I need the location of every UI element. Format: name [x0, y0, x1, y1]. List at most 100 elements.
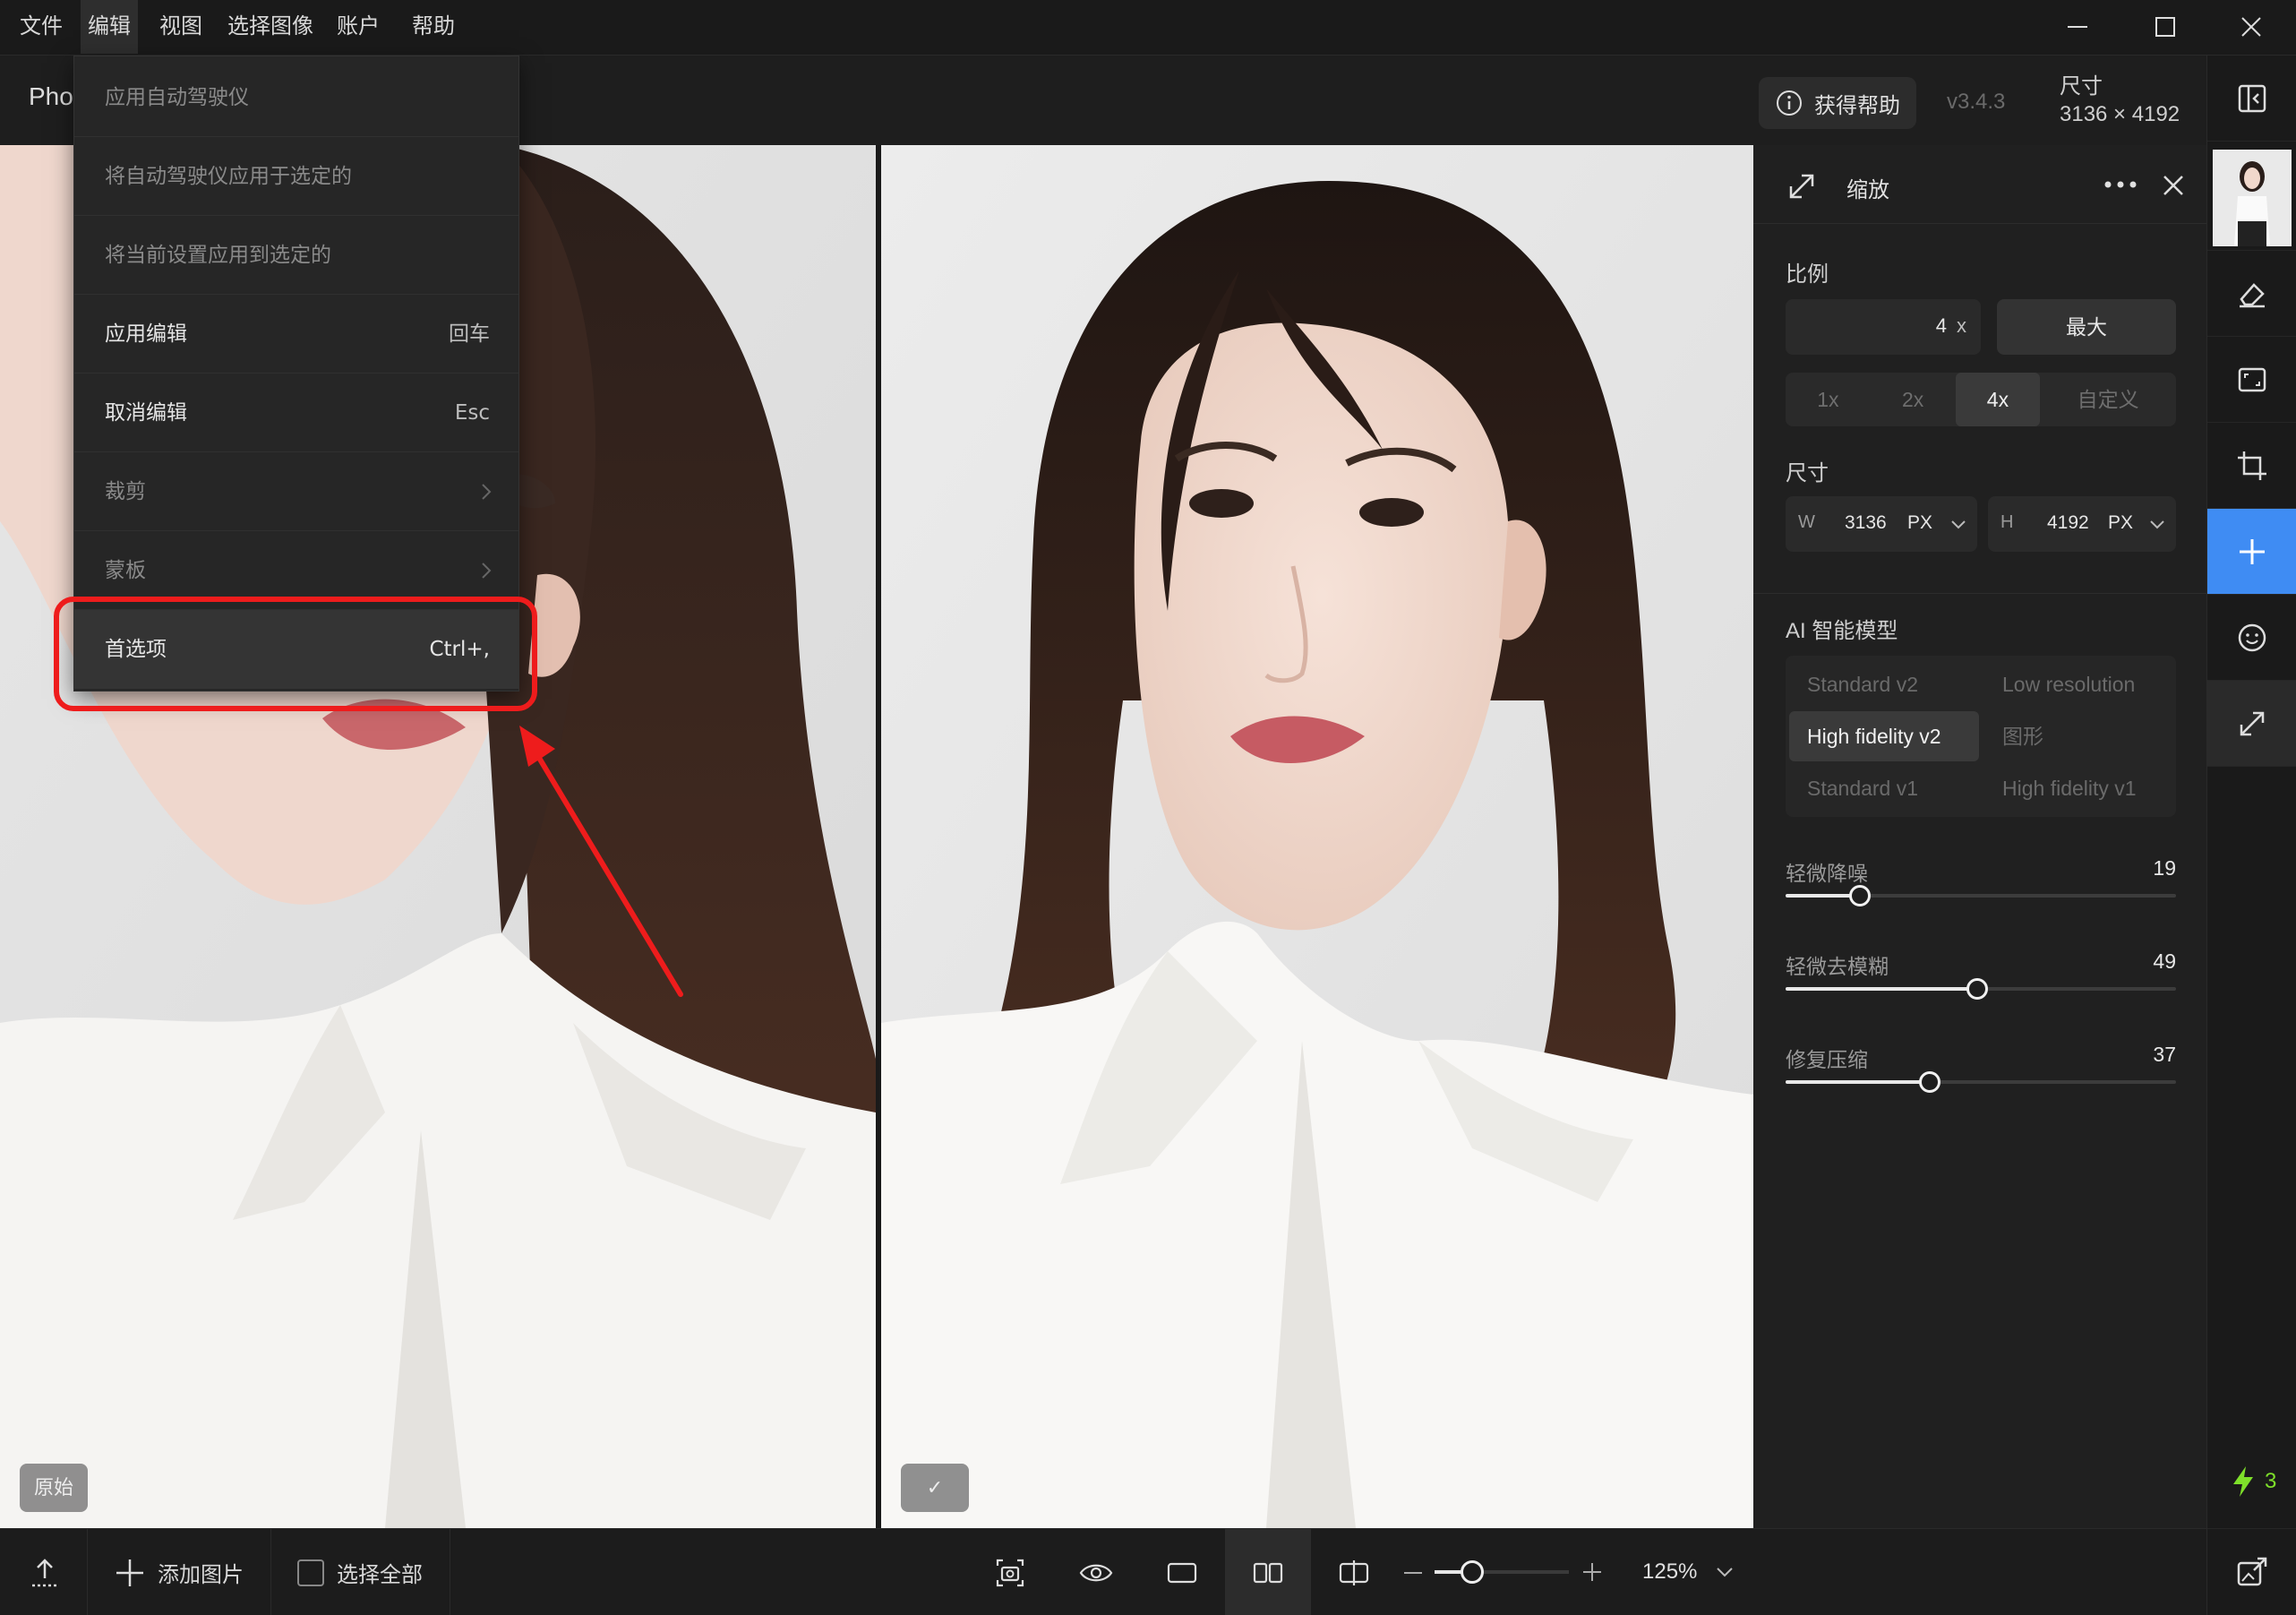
zoom-slider-handle[interactable]	[1461, 1560, 1484, 1584]
face-tool-button[interactable]	[2207, 595, 2296, 681]
get-help-button[interactable]: 获得帮助	[1759, 77, 1916, 129]
menubar: 文件 编辑 视图 选择图像 账户 帮助	[0, 0, 2296, 56]
slider-compression-label: 修复压缩	[1786, 1048, 1868, 1071]
menu-select-image[interactable]: 选择图像	[220, 0, 321, 54]
width-unit[interactable]: PX	[1907, 512, 1932, 534]
zoom-out-icon[interactable]	[1402, 1565, 1424, 1581]
chevron-down-icon	[2150, 520, 2164, 529]
maximize-button[interactable]	[2122, 0, 2208, 54]
resize-icon	[1789, 174, 1814, 199]
more-options-icon[interactable]	[2103, 174, 2138, 195]
zoom-in-icon[interactable]	[1581, 1561, 1603, 1583]
slider-denoise: 轻微降噪 19	[1786, 856, 2176, 919]
slider-denoise-label: 轻微降噪	[1786, 862, 1868, 885]
panel-title: 缩放	[1846, 178, 1889, 202]
max-scale-button[interactable]: 最大	[1997, 299, 2176, 355]
slider-deblur: 轻微去模糊 49	[1786, 949, 2176, 1012]
credits-indicator[interactable]: 3	[2231, 1465, 2276, 1498]
menu-account[interactable]: 账户	[330, 0, 387, 54]
menu-item-label: 应用编辑	[105, 322, 187, 346]
height-unit[interactable]: PX	[2108, 512, 2133, 534]
original-badge: 原始	[20, 1464, 88, 1512]
menu-file[interactable]: 文件	[13, 0, 70, 54]
slider-compression-track[interactable]	[1786, 1071, 2176, 1093]
side-by-side-view-button[interactable]	[1225, 1529, 1311, 1615]
chevron-down-icon[interactable]	[1716, 1567, 1734, 1579]
info-icon	[1777, 90, 1802, 116]
slider-compression-fill	[1786, 1080, 1931, 1084]
menu-view[interactable]: 视图	[152, 0, 210, 54]
checkbox-box	[297, 1559, 324, 1586]
upload-button[interactable]	[2, 1529, 88, 1615]
menu-item-apply-settings-selected[interactable]: 将当前设置应用到选定的	[74, 216, 518, 295]
close-window-button[interactable]	[2208, 0, 2294, 54]
slider-compression-value: 37	[2153, 1043, 2176, 1066]
crop-tool-button[interactable]	[2207, 423, 2296, 509]
panel-header: 缩放	[1753, 145, 2206, 224]
slider-deblur-handle[interactable]	[1966, 978, 1988, 1000]
annotation-highlight-box	[54, 597, 537, 711]
menu-item-apply-autopilot-selected[interactable]: 将自动驾驶仪应用于选定的	[74, 137, 518, 216]
width-field[interactable]: W 3136 PX	[1786, 496, 1977, 552]
width-value: 3136	[1845, 512, 1887, 533]
select-all-checkbox[interactable]: 选择全部	[297, 1529, 423, 1615]
close-panel-icon[interactable]	[2162, 174, 2185, 197]
slider-compression-handle[interactable]	[1919, 1071, 1941, 1093]
height-value: 4192	[2047, 512, 2089, 533]
frame-icon	[2238, 367, 2266, 391]
export-button[interactable]	[2207, 1528, 2296, 1614]
ratio-label: 比例	[1786, 262, 1829, 287]
ratio-value: 4	[1935, 314, 1947, 337]
add-tool-button[interactable]	[2207, 509, 2296, 595]
model-high-fidelity-v1[interactable]: High fidelity v1	[1984, 763, 2174, 813]
zoom-value[interactable]: 125%	[1642, 1559, 1697, 1585]
menu-item-crop[interactable]: 裁剪	[74, 452, 518, 531]
image-size-value: 3136 × 4192	[2060, 102, 2180, 126]
model-standard-v1[interactable]: Standard v1	[1789, 763, 1979, 813]
scale-4x-option[interactable]: 4x	[1955, 373, 2041, 426]
scale-1x-option[interactable]: 1x	[1786, 373, 1871, 426]
erase-tool-button[interactable]	[2207, 251, 2296, 337]
menu-item-cancel-edit[interactable]: 取消编辑 Esc	[74, 374, 518, 452]
toggle-panel-button[interactable]	[2207, 56, 2296, 142]
upload-icon	[31, 1558, 57, 1586]
upscale-tool-button[interactable]	[2207, 681, 2296, 767]
frame-tool-button[interactable]	[2207, 337, 2296, 423]
bottom-bar: 添加图片 选择全部 125%	[0, 1528, 2206, 1615]
model-low-resolution[interactable]: Low resolution	[1984, 659, 2174, 709]
add-image-button[interactable]: 添加图片	[115, 1529, 244, 1615]
minimize-button[interactable]	[2035, 0, 2120, 54]
model-standard-v2[interactable]: Standard v2	[1789, 659, 1979, 709]
menu-item-apply-autopilot[interactable]: 应用自动驾驶仪	[74, 58, 518, 137]
menu-item-apply-edit[interactable]: 应用编辑 回车	[74, 295, 518, 374]
menu-help[interactable]: 帮助	[405, 0, 462, 54]
slider-denoise-track[interactable]	[1786, 885, 2176, 906]
app-brand: Pho	[29, 82, 73, 110]
model-high-fidelity-v2[interactable]: High fidelity v2	[1789, 711, 1979, 761]
slider-deblur-track[interactable]	[1786, 978, 2176, 1000]
scale-2x-option[interactable]: 2x	[1871, 373, 1956, 426]
split-view-button[interactable]	[1311, 1529, 1397, 1615]
slider-denoise-handle[interactable]	[1848, 885, 1871, 906]
scale-custom-option[interactable]: 自定义	[2040, 373, 2176, 426]
thumbnail-button[interactable]	[2207, 145, 2296, 251]
width-key: W	[1798, 512, 1815, 532]
image-thumbnail	[2213, 149, 2292, 246]
menu-item-label: 将当前设置应用到选定的	[105, 244, 331, 267]
menu-edit[interactable]: 编辑	[81, 0, 138, 54]
model-graphics[interactable]: 图形	[1984, 711, 2174, 761]
get-help-label: 获得帮助	[1814, 93, 1900, 118]
menu-item-label: 裁剪	[105, 480, 146, 503]
preview-toggle-button[interactable]	[1053, 1529, 1139, 1615]
enhanced-preview[interactable]: ✓	[881, 145, 1753, 1528]
portrait-enhanced-image	[881, 145, 1753, 1528]
zoom-slider-track[interactable]	[1435, 1560, 1569, 1584]
crop-icon	[2238, 451, 2266, 480]
ratio-input[interactable]: 4 x	[1786, 299, 1981, 355]
slider-deblur-value: 49	[2153, 949, 2176, 973]
single-view-button[interactable]	[1139, 1529, 1225, 1615]
snapshot-button[interactable]	[967, 1529, 1053, 1615]
export-image-icon	[2237, 1557, 2267, 1585]
eye-icon	[1079, 1564, 1113, 1581]
height-field[interactable]: H 4192 PX	[1988, 496, 2176, 552]
